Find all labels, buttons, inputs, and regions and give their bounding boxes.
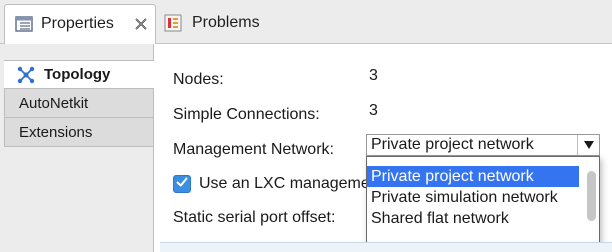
sidebar-top-spacer <box>4 44 154 60</box>
simple-connections-label: Simple Connections: <box>173 106 320 123</box>
sidebar-item-extensions-label: Extensions <box>19 123 93 141</box>
management-network-select[interactable]: Private project network <box>366 134 600 156</box>
dropdown-arrow-icon[interactable] <box>577 135 599 155</box>
message-area <box>160 242 612 252</box>
sidebar-item-autonetkit-label: AutoNetkit <box>19 94 89 112</box>
dropdown-option-shared-flat[interactable]: Shared flat network <box>367 208 579 229</box>
view-tab-bar: Properties Problems <box>0 0 612 44</box>
simple-connections-value: 3 <box>369 102 378 119</box>
problems-icon <box>164 14 184 32</box>
lxc-management-checkbox[interactable] <box>173 175 191 193</box>
serial-port-offset-label: Static serial port offset: <box>173 209 336 226</box>
sidebar-item-autonetkit[interactable]: AutoNetkit <box>4 89 154 118</box>
properties-sidebar: Topology AutoNetkit Extensions <box>4 44 154 252</box>
lxc-management-label: Use an LXC manageme <box>199 175 370 192</box>
sidebar-item-topology-label: Topology <box>44 66 111 83</box>
sidebar-item-extensions[interactable]: Extensions <box>4 118 154 147</box>
tab-properties-label: Properties <box>41 15 114 32</box>
dropdown-option-private-simulation[interactable]: Private simulation network <box>367 187 579 208</box>
checkmark-icon <box>175 175 189 194</box>
dropdown-option-private-project[interactable]: Private project network <box>367 166 579 187</box>
sidebar-bottom-spacer <box>4 147 154 252</box>
management-network-selected: Private project network <box>371 136 534 153</box>
dropdown-scrollbar[interactable] <box>587 171 596 221</box>
sidebar-item-topology[interactable]: Topology <box>4 60 154 89</box>
management-network-dropdown: Private project network Private simulati… <box>366 156 600 252</box>
properties-view: Topology AutoNetkit Extensions Nodes: 3 … <box>0 44 612 252</box>
tab-properties[interactable]: Properties <box>4 4 156 44</box>
properties-icon <box>15 15 33 33</box>
nodes-value: 3 <box>369 67 378 84</box>
tab-problems-label: Problems <box>192 14 260 31</box>
topology-icon <box>16 66 36 88</box>
tab-problems[interactable]: Problems <box>160 4 310 44</box>
close-icon[interactable] <box>133 16 149 32</box>
management-network-label: Management Network: <box>173 141 334 158</box>
nodes-label: Nodes: <box>173 71 224 88</box>
